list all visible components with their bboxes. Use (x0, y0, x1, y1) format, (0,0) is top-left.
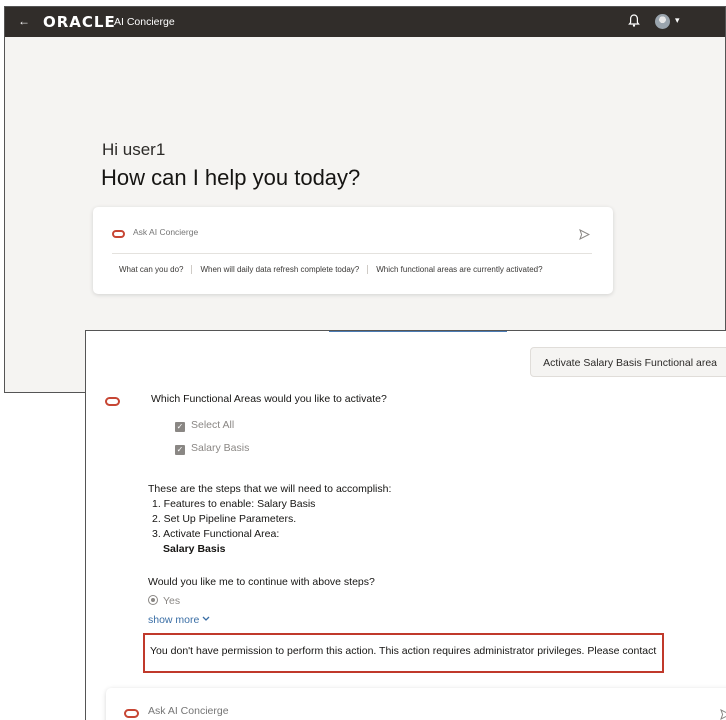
avatar-icon[interactable] (655, 14, 670, 29)
chevron-down-icon (202, 616, 210, 621)
prompt-card: What can you do?When will daily data ref… (93, 207, 613, 294)
error-message-box: You don't have permission to perform thi… (143, 633, 664, 673)
checkbox-checked-icon[interactable]: ✓ (175, 445, 185, 455)
steps-intro: These are the steps that we will need to… (148, 483, 392, 495)
radio-selected-icon[interactable] (148, 595, 158, 605)
ask-concierge-input[interactable] (133, 227, 513, 237)
oracle-chat-logo-icon (124, 709, 139, 718)
show-more-label: show more (148, 614, 200, 626)
radio-label: Yes (163, 595, 181, 607)
oracle-chat-logo-icon (105, 397, 120, 406)
divider (112, 253, 592, 254)
back-arrow-icon[interactable]: ← (18, 14, 30, 28)
send-icon[interactable] (579, 229, 590, 240)
send-icon[interactable] (720, 709, 726, 720)
step-item: 3. Activate Functional Area: (152, 528, 280, 540)
checkbox-checked-icon[interactable]: ✓ (175, 422, 185, 432)
step-detail: Salary Basis (163, 543, 226, 555)
show-more-link[interactable]: show more (148, 614, 210, 626)
checkbox-select-all[interactable]: ✓ Select All (175, 419, 234, 432)
top-bar: ← ORACLE AI Concierge ▾ (5, 7, 725, 37)
continue-question: Would you like me to continue with above… (148, 576, 375, 588)
chat-conversation-window: Activate Salary Basis Functional area Wh… (85, 330, 726, 720)
chevron-down-icon[interactable]: ▾ (675, 15, 680, 26)
suggestion-chip[interactable]: When will daily data refresh complete to… (191, 265, 367, 274)
oracle-chat-logo-icon (112, 230, 125, 238)
truncated-link[interactable] (329, 331, 507, 332)
checkbox-salary-basis[interactable]: ✓ Salary Basis (175, 442, 249, 455)
oracle-logo: ORACLE (43, 13, 116, 31)
greeting: Hi user1 (102, 140, 166, 159)
step-item: 1. Features to enable: Salary Basis (152, 498, 316, 510)
suggestion-chip[interactable]: What can you do? (111, 265, 191, 274)
checkbox-label: Salary Basis (191, 442, 250, 454)
ask-concierge-input[interactable] (148, 705, 548, 717)
page-headline: How can I help you today? (101, 165, 361, 190)
bell-icon[interactable] (627, 12, 641, 30)
bot-question: Which Functional Areas would you like to… (151, 393, 387, 405)
chat-input-card (106, 688, 726, 720)
suggestion-chips: What can you do? When will daily data ref… (111, 265, 551, 274)
step-item: 2. Set Up Pipeline Parameters. (152, 513, 297, 525)
checkbox-label: Select All (191, 419, 235, 431)
suggestion-chip[interactable]: Which functional areas are currently act… (367, 265, 550, 274)
user-message-bubble: Activate Salary Basis Functional area (530, 347, 726, 377)
app-title: AI Concierge (114, 16, 175, 28)
error-message: You don't have permission to perform thi… (150, 645, 657, 657)
radio-yes[interactable]: Yes (148, 595, 180, 607)
